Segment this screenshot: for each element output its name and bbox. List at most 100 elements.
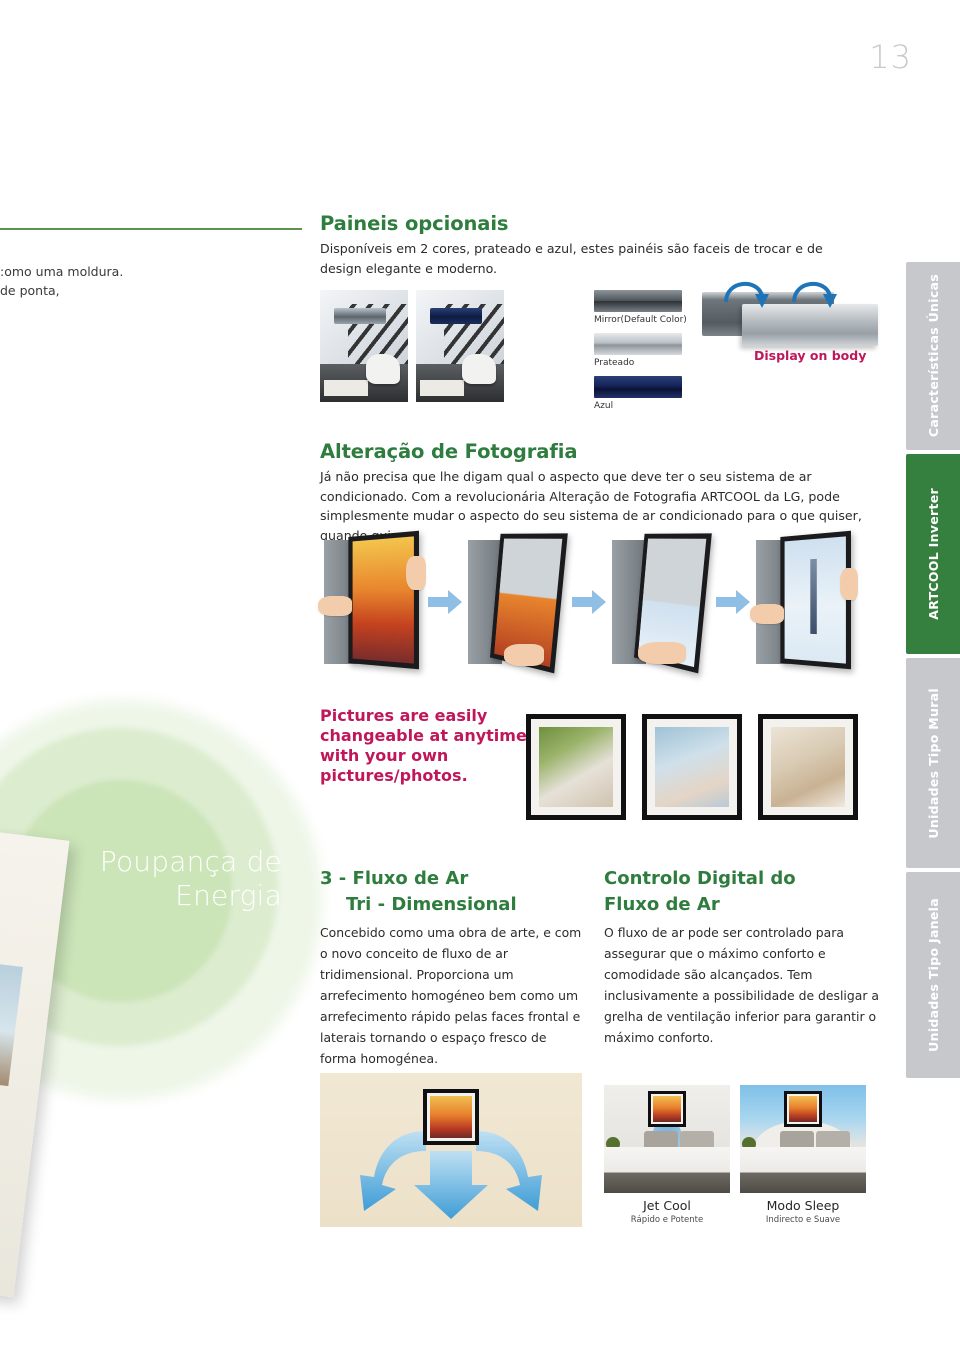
side-tab-label: Unidades Tipo Janela [925,898,941,1052]
room-photo-mirror-panel [320,290,408,402]
room-photo-jet-cool [604,1085,730,1193]
section-controlo-digital-fluxo-de-ar: Controlo Digital do Fluxo de Ar O fluxo … [604,866,880,1048]
side-tab-label: ARTCOOL Inverter [925,488,941,620]
frame-mat [763,719,853,815]
ac-front-panel [348,530,419,670]
swatch-label-azul: Azul [594,401,614,411]
swatch-azul [594,376,682,398]
controlo-title-line2: Fluxo de Ar [604,894,720,915]
chair-shape [366,354,400,384]
caption-title: Modo Sleep [766,1198,840,1213]
side-tab-strip: Características Únicas ARTCOOL Inverter … [906,262,960,1082]
sidebar-item-caracteristicas-unicas[interactable]: Características Únicas [906,262,960,450]
swatch-label-prateado: Prateado [594,358,635,368]
hand-icon [840,568,858,600]
panel-room-photos [320,290,504,402]
hand-icon [406,556,426,590]
ac-step-3 [608,532,714,674]
frame-photo-sunset [789,1096,817,1122]
frame-photo-sunset [430,1096,472,1138]
hand-icon [750,604,784,624]
room-photo-modo-sleep [740,1085,866,1193]
side-tab-label: Unidades Tipo Mural [925,687,941,839]
section-title: 3 - Fluxo de Ar Tri - Dimensional [320,866,582,918]
sidebar-item-artcool-inverter[interactable]: ARTCOOL Inverter [906,454,960,654]
bed-shape [604,1147,730,1193]
artcool-picture-frame [423,1089,479,1145]
section-alteracao-de-fotografia: Alteração de Fotografia Já não precisa q… [318,440,880,674]
frame-photo-family [771,727,845,807]
sidebar-item-unidades-tipo-janela[interactable]: Unidades Tipo Janela [906,872,960,1078]
frame-photo-wedding-group [539,727,613,807]
frame-mat [531,719,621,815]
hand-icon [318,596,352,616]
photo-frame-2 [642,714,742,820]
left-edge-line2: de ponta, [0,283,60,298]
section-paineis-opcionais: Paineis opcionais Disponíveis em 2 cores… [320,212,880,411]
frame-mat [647,719,737,815]
section-fluxo-de-ar-tridimensional: 3 - Fluxo de Ar Tri - Dimensional Conceb… [320,866,582,1069]
swatch-prateado [594,333,682,355]
fluxo-title-line1: 3 - Fluxo de Ar [320,868,469,889]
room-photo-blue-panel [416,290,504,402]
section-body: Concebido como uma obra de arte, e com o… [320,925,582,1066]
frame-photo-sunset [653,1096,681,1122]
controlo-title-line1: Controlo Digital do [604,868,796,889]
bed-shape [740,1147,866,1193]
caption-jet-cool: Jet Cool Rápido e Potente [604,1198,730,1225]
section-title: Controlo Digital do Fluxo de Ar [604,866,880,918]
left-edge-text: :omo uma moldura. de ponta, [0,262,123,300]
frame-photo-mother-baby [655,727,729,807]
left-edge-line1: :omo uma moldura. [0,264,124,279]
section-title: Paineis opcionais [320,212,509,235]
page-number: 13 [869,38,912,76]
curved-arrow-icon [724,281,837,308]
section-pictures-easily-changeable: Pictures are easily changeable at anytim… [320,706,880,820]
chair-shape [462,354,496,384]
swatch-label-mirror: Mirror(Default Color) [594,315,687,325]
section-body: Disponíveis em 2 cores, prateado e azul,… [320,241,823,276]
caption-subtitle: Indirecto e Suave [765,1215,841,1225]
display-on-body-label: Display on body [754,348,867,363]
airflow-mode-captions: Jet Cool Rápido e Potente Modo Sleep Ind… [604,1198,866,1225]
swatch-mirror [594,290,682,312]
photo-change-sequence [318,530,858,674]
ac-front-panel [780,530,851,670]
ac-step-1 [318,530,426,672]
display-on-body-illustration: Display on body [702,274,880,364]
ac-step-4 [750,530,858,672]
table-shape [420,380,464,396]
arrow-right-icon [716,590,750,614]
ac-step-2 [464,532,570,674]
table-shape [324,380,368,396]
hand-icon [504,644,544,666]
airflow-mode-photos [604,1085,866,1193]
caption-modo-sleep: Modo Sleep Indirecto e Suave [740,1198,866,1225]
brochure-page: Poupança de Energia :omo uma moldura. de… [0,0,960,1350]
artcool-picture-frame [648,1091,686,1127]
artcool-picture-frame [784,1091,822,1127]
sidebar-item-unidades-tipo-mural[interactable]: Unidades Tipo Mural [906,658,960,868]
frame-mat [427,1093,475,1141]
panel-picture-sunset [352,536,414,664]
caption-title: Jet Cool [643,1198,691,1213]
hand-icon [638,642,686,664]
fluxo-title-line2: Tri - Dimensional [346,894,517,915]
side-tab-label: Características Únicas [925,274,941,438]
panel-color-swatches: Mirror(Default Color) Prateado Azul [594,290,694,419]
photo-frame-3 [758,714,858,820]
ac-unit-mirror [334,308,386,324]
frame-mat [651,1094,683,1124]
panel-picture-lighthouse [784,536,846,664]
airflow-diagram [320,1073,582,1227]
arrow-right-icon [428,590,462,614]
horizontal-rule [0,228,302,230]
section-title: Alteração de Fotografia [320,440,578,463]
photo-frame-1 [526,714,626,820]
caption-subtitle: Rápido e Potente [630,1215,704,1225]
arrow-right-icon [572,590,606,614]
sample-photo-frames [526,714,858,820]
ac-unit-blue [430,308,482,324]
frame-mat [787,1094,819,1124]
section-body: O fluxo de ar pode ser controlado para a… [604,925,879,1045]
